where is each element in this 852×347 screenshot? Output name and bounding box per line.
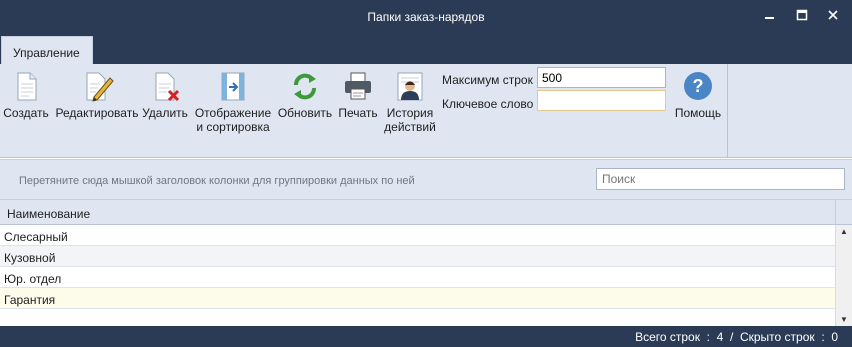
create-label: Создать: [3, 106, 49, 120]
close-button[interactable]: [822, 6, 844, 24]
display-sort-button[interactable]: Отображение и сортировка: [193, 66, 273, 144]
keyword-input[interactable]: [537, 90, 666, 111]
ribbon-separator: [727, 64, 728, 157]
window-title: Папки заказ-нарядов: [367, 10, 485, 24]
refresh-button[interactable]: Обновить: [277, 66, 333, 144]
close-icon: [828, 10, 838, 20]
minimize-button[interactable]: [759, 6, 781, 24]
help-button[interactable]: ? Помощь: [672, 66, 724, 144]
scroll-down-arrow-icon[interactable]: ▼: [836, 313, 852, 327]
refresh-icon: [294, 73, 316, 100]
edit-pencil-icon: [86, 72, 114, 102]
display-sort-label-line2: и сортировка: [196, 120, 270, 134]
table-row-selected[interactable]: Гарантия: [0, 288, 835, 309]
help-icon: ?: [684, 72, 712, 100]
search-input[interactable]: [596, 168, 845, 190]
edit-button[interactable]: Редактировать: [55, 66, 139, 144]
column-header-name[interactable]: Наименование: [0, 200, 835, 225]
table-row[interactable]: Слесарный: [0, 225, 835, 246]
keyword-label: Ключевое слово: [442, 97, 534, 111]
help-label: Помощь: [674, 106, 722, 120]
history-user-icon: [397, 72, 423, 101]
ribbon-tab-strip: Управление: [0, 34, 852, 64]
max-rows-input[interactable]: [537, 67, 666, 88]
title-bar: Папки заказ-нарядов: [0, 0, 852, 34]
history-button[interactable]: История действий: [384, 66, 436, 144]
history-label-line1: История: [386, 106, 434, 120]
header-corner: [835, 200, 852, 225]
minimize-icon: [765, 17, 774, 19]
printer-icon: [345, 72, 371, 100]
max-rows-label: Максимум строк: [442, 73, 533, 87]
history-label: История действий: [384, 106, 436, 134]
maximize-icon: [796, 9, 808, 21]
scroll-up-arrow-icon[interactable]: ▲: [836, 225, 852, 239]
display-sort-label: Отображение и сортировка: [193, 106, 273, 134]
edit-label: Редактировать: [55, 106, 139, 120]
create-button[interactable]: Создать: [3, 66, 49, 144]
delete-label: Удалить: [142, 106, 188, 120]
refresh-label: Обновить: [277, 106, 333, 120]
print-button[interactable]: Печать: [337, 66, 379, 144]
svg-text:?: ?: [693, 76, 704, 96]
display-sort-icon: [221, 72, 245, 101]
table-row[interactable]: Кузовной: [0, 246, 835, 267]
history-label-line2: действий: [384, 120, 436, 134]
new-document-icon: [17, 72, 37, 101]
status-bar: Всего строк : 4 / Скрыто строк : 0: [0, 326, 852, 347]
maximize-button[interactable]: [791, 6, 813, 24]
data-grid: Наименование Слесарный Кузовной Юр. отде…: [0, 199, 852, 327]
row-count-status: Всего строк : 4 / Скрыто строк : 0: [635, 330, 838, 344]
delete-button[interactable]: Удалить: [142, 66, 188, 144]
display-sort-label-line1: Отображение: [194, 106, 272, 120]
table-row[interactable]: Юр. отдел: [0, 267, 835, 288]
print-label: Печать: [338, 106, 378, 120]
delete-document-icon: [155, 72, 180, 102]
vertical-scrollbar[interactable]: ▲ ▼: [835, 225, 852, 327]
tab-management[interactable]: Управление: [1, 36, 93, 64]
group-by-hint: Перетяните сюда мышкой заголовок колонки…: [19, 175, 415, 187]
ribbon: Создать Редактировать Удалить Отображени…: [0, 64, 852, 158]
